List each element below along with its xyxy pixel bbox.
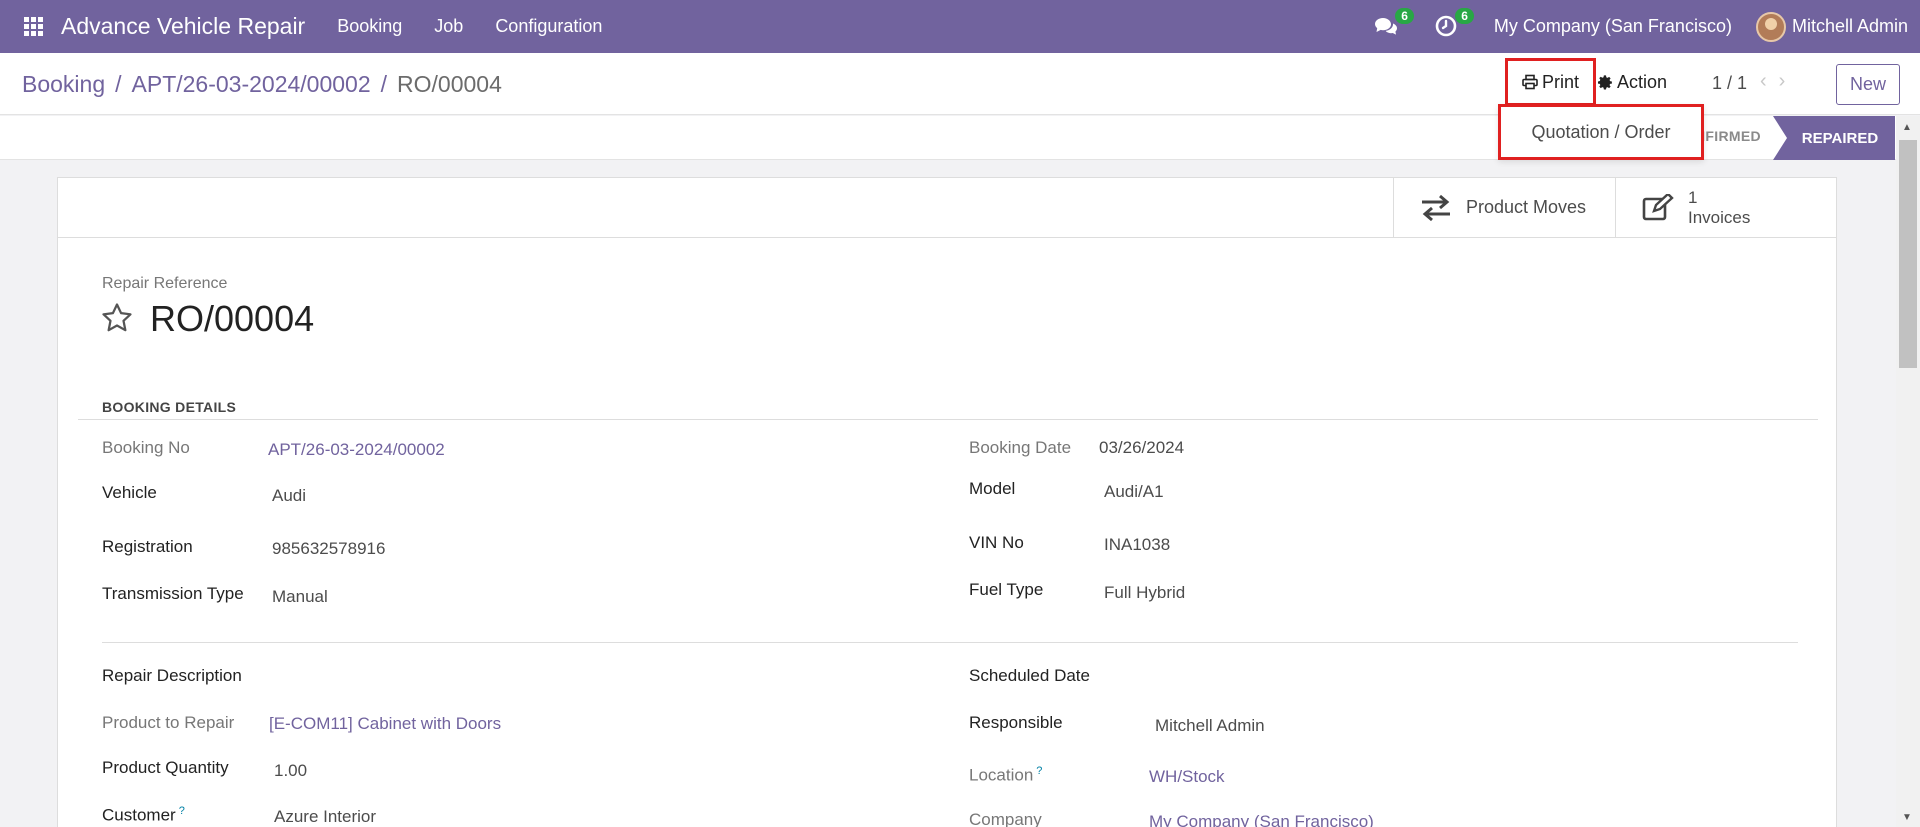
transmission-type-field[interactable]: Manual <box>272 587 328 607</box>
location-label: Location? <box>969 765 1042 786</box>
menu-configuration[interactable]: Configuration <box>495 16 602 37</box>
apps-grid-icon[interactable] <box>24 16 44 37</box>
customer-help-icon[interactable]: ? <box>179 805 185 817</box>
menu-booking[interactable]: Booking <box>337 16 402 37</box>
scroll-thumb[interactable] <box>1899 140 1917 368</box>
messages-button[interactable]: 6 <box>1374 7 1414 40</box>
form-sheet: Product Moves 1 Invoices Repair Referenc… <box>57 177 1837 827</box>
stage-repaired[interactable]: REPAIRED <box>1773 116 1895 160</box>
registration-field[interactable]: 985632578916 <box>272 539 385 559</box>
customer-field[interactable]: Azure Interior <box>274 807 376 827</box>
invoices-count: 1 <box>1688 187 1698 207</box>
user-menu[interactable]: Mitchell Admin <box>1792 16 1908 37</box>
fuel-type-label: Fuel Type <box>969 580 1044 599</box>
company-switcher[interactable]: My Company (San Francisco) <box>1494 16 1732 37</box>
smart-button-box: Product Moves 1 Invoices <box>58 178 1836 238</box>
location-label-text: Location <box>969 765 1034 785</box>
messages-count-badge: 6 <box>1395 7 1414 24</box>
section-divider <box>78 419 1818 420</box>
stage-confirmed[interactable]: NFIRMED <box>1695 128 1761 144</box>
fuel-type-field[interactable]: Full Hybrid <box>1104 583 1185 603</box>
breadcrumb-separator: / <box>115 71 122 97</box>
form-divider <box>102 642 1798 643</box>
registration-label: Registration <box>102 537 193 556</box>
gear-icon <box>1597 74 1612 89</box>
new-button[interactable]: New <box>1836 64 1900 105</box>
model-field[interactable]: Audi/A1 <box>1104 482 1164 502</box>
repair-reference-title: RO/00004 <box>150 298 315 339</box>
transmission-type-label: Transmission Type <box>102 584 244 603</box>
product-moves-button[interactable]: Product Moves <box>1393 178 1615 237</box>
main-menu: Booking Job Configuration <box>337 16 634 37</box>
action-label: Action <box>1617 71 1668 92</box>
vin-no-label: VIN No <box>969 533 1024 552</box>
print-button[interactable]: Print <box>1505 58 1596 106</box>
breadcrumb-booking[interactable]: Booking <box>22 71 105 98</box>
breadcrumb-appointment[interactable]: APT/26-03-2024/00002 <box>132 71 371 98</box>
print-label: Print <box>1541 71 1579 92</box>
action-button[interactable]: Action <box>1597 65 1667 99</box>
pager-arrows: ‹ › <box>1760 70 1785 93</box>
invoices-button[interactable]: 1 Invoices <box>1615 178 1836 237</box>
repair-reference-label: Repair Reference <box>102 275 228 292</box>
model-label: Model <box>969 479 1016 498</box>
pager-value[interactable]: 1 / 1 <box>1712 73 1747 94</box>
printer-icon <box>1522 74 1538 90</box>
scroll-down-icon[interactable]: ▼ <box>1902 812 1912 823</box>
activities-count-badge: 6 <box>1455 7 1474 24</box>
vehicle-field[interactable]: Audi <box>272 486 306 506</box>
star-icon[interactable] <box>100 301 134 335</box>
vin-no-field[interactable]: INA1038 <box>1104 535 1170 555</box>
product-quantity-label: Product Quantity <box>102 758 229 777</box>
pager-next-icon[interactable]: › <box>1779 70 1786 93</box>
vertical-scrollbar[interactable]: ▲ ▼ <box>1896 116 1920 827</box>
customer-label-text: Customer <box>102 805 176 825</box>
scroll-up-icon[interactable]: ▲ <box>1902 122 1912 133</box>
product-quantity-field[interactable]: 1.00 <box>274 761 307 781</box>
scheduled-date-label: Scheduled Date <box>969 666 1090 685</box>
vehicle-label: Vehicle <box>102 483 157 502</box>
print-dropdown-item-quotation[interactable]: Quotation / Order <box>1498 104 1704 160</box>
booking-no-label: Booking No <box>102 438 190 457</box>
navbar-systray: 6 6 My Company (San Francisco) Mitchell … <box>1374 0 1920 53</box>
activities-button[interactable]: 6 <box>1434 7 1474 40</box>
repair-description-label: Repair Description <box>102 666 242 685</box>
breadcrumb: Booking / APT/26-03-2024/00002 / RO/0000… <box>22 71 502 98</box>
breadcrumb-current: RO/00004 <box>397 71 502 97</box>
booking-date-label: Booking Date <box>969 438 1072 457</box>
breadcrumb-separator: / <box>380 71 388 97</box>
booking-details-heading: BOOKING DETAILS <box>102 399 237 415</box>
responsible-field[interactable]: Mitchell Admin <box>1155 716 1265 736</box>
booking-no-link[interactable]: APT/26-03-2024/00002 <box>268 440 445 460</box>
user-avatar[interactable] <box>1755 11 1786 42</box>
product-to-repair-label: Product to Repair <box>102 713 235 732</box>
customer-label: Customer? <box>102 805 185 826</box>
menu-job[interactable]: Job <box>434 16 463 37</box>
location-link[interactable]: WH/Stock <box>1149 767 1225 787</box>
app-title[interactable]: Advance Vehicle Repair <box>61 13 305 40</box>
booking-date-field: 03/26/2024 <box>1099 438 1185 457</box>
edit-document-icon <box>1642 193 1674 220</box>
company-link[interactable]: My Company (San Francisco) <box>1149 812 1374 827</box>
invoices-label: Invoices <box>1688 207 1751 227</box>
pager-previous-icon[interactable]: ‹ <box>1760 70 1767 93</box>
top-navbar: Advance Vehicle Repair Booking Job Confi… <box>0 0 1920 53</box>
product-moves-label: Product Moves <box>1466 197 1587 217</box>
product-to-repair-link[interactable]: [E-COM11] Cabinet with Doors <box>269 714 501 734</box>
responsible-label: Responsible <box>969 713 1063 732</box>
location-help-icon[interactable]: ? <box>1036 765 1042 777</box>
exchange-arrows-icon <box>1422 194 1450 221</box>
company-label: Company <box>969 810 1042 827</box>
